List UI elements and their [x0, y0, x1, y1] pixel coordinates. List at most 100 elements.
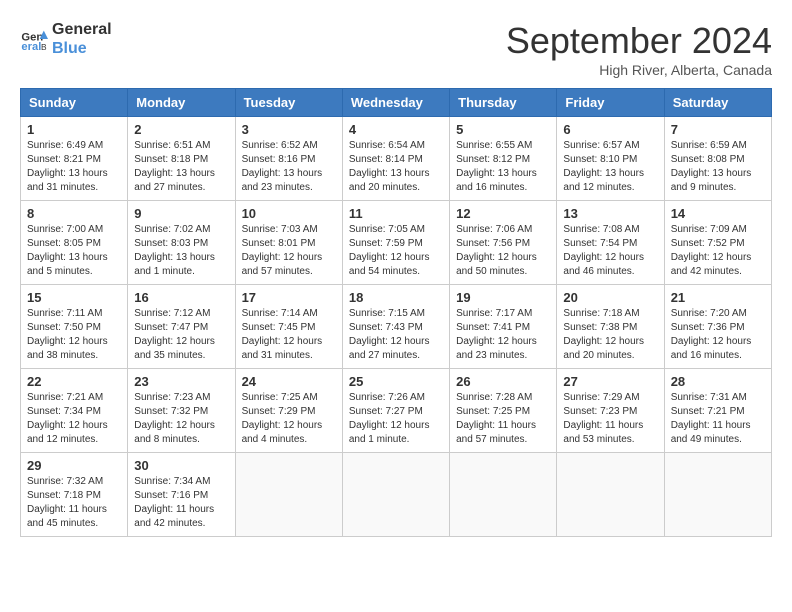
location: High River, Alberta, Canada — [506, 62, 772, 78]
calendar-cell: 26 Sunrise: 7:28 AM Sunset: 7:25 PM Dayli… — [450, 369, 557, 453]
cell-details: Sunrise: 7:25 AM Sunset: 7:29 PM Dayligh… — [242, 391, 336, 447]
day-number: 30 — [134, 458, 228, 473]
day-number: 28 — [671, 374, 765, 389]
logo-line2: Blue — [52, 39, 112, 58]
day-number: 9 — [134, 206, 228, 221]
cell-details: Sunrise: 7:02 AM Sunset: 8:03 PM Dayligh… — [134, 223, 228, 279]
calendar-week-row: 1Sunrise: 6:49 AM Sunset: 8:21 PM Daylig… — [21, 117, 772, 201]
cell-details: Sunrise: 7:17 AM Sunset: 7:41 PM Dayligh… — [456, 307, 550, 363]
calendar-cell: 10Sunrise: 7:03 AM Sunset: 8:01 PM Dayli… — [235, 201, 342, 285]
day-number: 24 — [242, 374, 336, 389]
calendar-cell: 15 Sunrise: 7:11 AM Sunset: 7:50 PM Dayli… — [21, 285, 128, 369]
calendar-cell: 23 Sunrise: 7:23 AM Sunset: 7:32 PM Dayli… — [128, 369, 235, 453]
calendar-cell: 2 Sunrise: 6:51 AM Sunset: 8:18 PM Daylig… — [128, 117, 235, 201]
calendar-cell: 24 Sunrise: 7:25 AM Sunset: 7:29 PM Dayli… — [235, 369, 342, 453]
header-row: Sunday Monday Tuesday Wednesday Thursday… — [21, 89, 772, 117]
day-number: 21 — [671, 290, 765, 305]
col-thursday: Thursday — [450, 89, 557, 117]
day-number: 20 — [563, 290, 657, 305]
calendar-cell: 30 Sunrise: 7:34 AM Sunset: 7:16 PM Dayli… — [128, 453, 235, 537]
calendar-cell: 9 Sunrise: 7:02 AM Sunset: 8:03 PM Daylig… — [128, 201, 235, 285]
cell-details: Sunrise: 7:21 AM Sunset: 7:34 PM Dayligh… — [27, 391, 121, 447]
calendar-cell: 12Sunrise: 7:06 AM Sunset: 7:56 PM Dayli… — [450, 201, 557, 285]
calendar-cell: 21 Sunrise: 7:20 AM Sunset: 7:36 PM Dayli… — [664, 285, 771, 369]
cell-details: Sunrise: 7:00 AM Sunset: 8:05 PM Dayligh… — [27, 223, 121, 279]
day-number: 22 — [27, 374, 121, 389]
cell-details: Sunrise: 7:29 AM Sunset: 7:23 PM Dayligh… — [563, 391, 657, 447]
day-number: 3 — [242, 122, 336, 137]
cell-details: Sunrise: 7:20 AM Sunset: 7:36 PM Dayligh… — [671, 307, 765, 363]
calendar-cell: 16Sunrise: 7:12 AM Sunset: 7:47 PM Dayli… — [128, 285, 235, 369]
calendar-week-row: 22 Sunrise: 7:21 AM Sunset: 7:34 PM Dayli… — [21, 369, 772, 453]
day-number: 14 — [671, 206, 765, 221]
day-number: 15 — [27, 290, 121, 305]
calendar-week-row: 29 Sunrise: 7:32 AM Sunset: 7:18 PM Dayli… — [21, 453, 772, 537]
col-wednesday: Wednesday — [342, 89, 449, 117]
calendar-cell: 5 Sunrise: 6:55 AM Sunset: 8:12 PM Daylig… — [450, 117, 557, 201]
calendar-cell: 28 Sunrise: 7:31 AM Sunset: 7:21 PM Dayli… — [664, 369, 771, 453]
cell-details: Sunrise: 7:03 AM Sunset: 8:01 PM Dayligh… — [242, 223, 336, 279]
calendar-cell: 11 Sunrise: 7:05 AM Sunset: 7:59 PM Dayli… — [342, 201, 449, 285]
calendar-cell: 6 Sunrise: 6:57 AM Sunset: 8:10 PM Daylig… — [557, 117, 664, 201]
calendar-cell: 20Sunrise: 7:18 AM Sunset: 7:38 PM Dayli… — [557, 285, 664, 369]
calendar-cell — [664, 453, 771, 537]
day-number: 12 — [456, 206, 550, 221]
col-tuesday: Tuesday — [235, 89, 342, 117]
calendar-cell — [450, 453, 557, 537]
calendar-cell — [235, 453, 342, 537]
logo-icon: Gen eral B — [20, 25, 48, 53]
cell-details: Sunrise: 6:55 AM Sunset: 8:12 PM Dayligh… — [456, 139, 550, 195]
cell-details: Sunrise: 6:51 AM Sunset: 8:18 PM Dayligh… — [134, 139, 228, 195]
calendar-cell: 19 Sunrise: 7:17 AM Sunset: 7:41 PM Dayli… — [450, 285, 557, 369]
calendar-week-row: 15 Sunrise: 7:11 AM Sunset: 7:50 PM Dayli… — [21, 285, 772, 369]
cell-details: Sunrise: 7:31 AM Sunset: 7:21 PM Dayligh… — [671, 391, 765, 447]
day-number: 5 — [456, 122, 550, 137]
calendar-cell: 18Sunrise: 7:15 AM Sunset: 7:43 PM Dayli… — [342, 285, 449, 369]
cell-details: Sunrise: 7:05 AM Sunset: 7:59 PM Dayligh… — [349, 223, 443, 279]
calendar-week-row: 8Sunrise: 7:00 AM Sunset: 8:05 PM Daylig… — [21, 201, 772, 285]
cell-details: Sunrise: 6:57 AM Sunset: 8:10 PM Dayligh… — [563, 139, 657, 195]
cell-details: Sunrise: 7:08 AM Sunset: 7:54 PM Dayligh… — [563, 223, 657, 279]
day-number: 27 — [563, 374, 657, 389]
day-number: 6 — [563, 122, 657, 137]
cell-details: Sunrise: 7:11 AM Sunset: 7:50 PM Dayligh… — [27, 307, 121, 363]
col-sunday: Sunday — [21, 89, 128, 117]
calendar-cell: 27 Sunrise: 7:29 AM Sunset: 7:23 PM Dayli… — [557, 369, 664, 453]
cell-details: Sunrise: 7:23 AM Sunset: 7:32 PM Dayligh… — [134, 391, 228, 447]
calendar-cell: 3 Sunrise: 6:52 AM Sunset: 8:16 PM Daylig… — [235, 117, 342, 201]
day-number: 4 — [349, 122, 443, 137]
day-number: 17 — [242, 290, 336, 305]
cell-details: Sunrise: 7:34 AM Sunset: 7:16 PM Dayligh… — [134, 475, 228, 531]
col-monday: Monday — [128, 89, 235, 117]
cell-details: Sunrise: 7:32 AM Sunset: 7:18 PM Dayligh… — [27, 475, 121, 531]
title-block: September 2024 High River, Alberta, Cana… — [506, 20, 772, 78]
day-number: 19 — [456, 290, 550, 305]
logo: Gen eral B General Blue — [20, 20, 112, 58]
day-number: 13 — [563, 206, 657, 221]
cell-details: Sunrise: 6:52 AM Sunset: 8:16 PM Dayligh… — [242, 139, 336, 195]
cell-details: Sunrise: 6:54 AM Sunset: 8:14 PM Dayligh… — [349, 139, 443, 195]
logo-line1: General — [52, 20, 112, 39]
cell-details: Sunrise: 7:26 AM Sunset: 7:27 PM Dayligh… — [349, 391, 443, 447]
day-number: 1 — [27, 122, 121, 137]
day-number: 26 — [456, 374, 550, 389]
cell-details: Sunrise: 7:14 AM Sunset: 7:45 PM Dayligh… — [242, 307, 336, 363]
calendar-cell: 4 Sunrise: 6:54 AM Sunset: 8:14 PM Daylig… — [342, 117, 449, 201]
cell-details: Sunrise: 7:28 AM Sunset: 7:25 PM Dayligh… — [456, 391, 550, 447]
cell-details: Sunrise: 7:15 AM Sunset: 7:43 PM Dayligh… — [349, 307, 443, 363]
day-number: 11 — [349, 206, 443, 221]
calendar-cell — [557, 453, 664, 537]
day-number: 2 — [134, 122, 228, 137]
calendar-cell: 25Sunrise: 7:26 AM Sunset: 7:27 PM Dayli… — [342, 369, 449, 453]
cell-details: Sunrise: 7:09 AM Sunset: 7:52 PM Dayligh… — [671, 223, 765, 279]
calendar-cell: 14 Sunrise: 7:09 AM Sunset: 7:52 PM Dayli… — [664, 201, 771, 285]
col-friday: Friday — [557, 89, 664, 117]
svg-text:B: B — [41, 42, 47, 52]
cell-details: Sunrise: 6:59 AM Sunset: 8:08 PM Dayligh… — [671, 139, 765, 195]
col-saturday: Saturday — [664, 89, 771, 117]
calendar-cell: 7Sunrise: 6:59 AM Sunset: 8:08 PM Daylig… — [664, 117, 771, 201]
calendar-cell — [342, 453, 449, 537]
day-number: 23 — [134, 374, 228, 389]
day-number: 29 — [27, 458, 121, 473]
calendar-cell: 1Sunrise: 6:49 AM Sunset: 8:21 PM Daylig… — [21, 117, 128, 201]
